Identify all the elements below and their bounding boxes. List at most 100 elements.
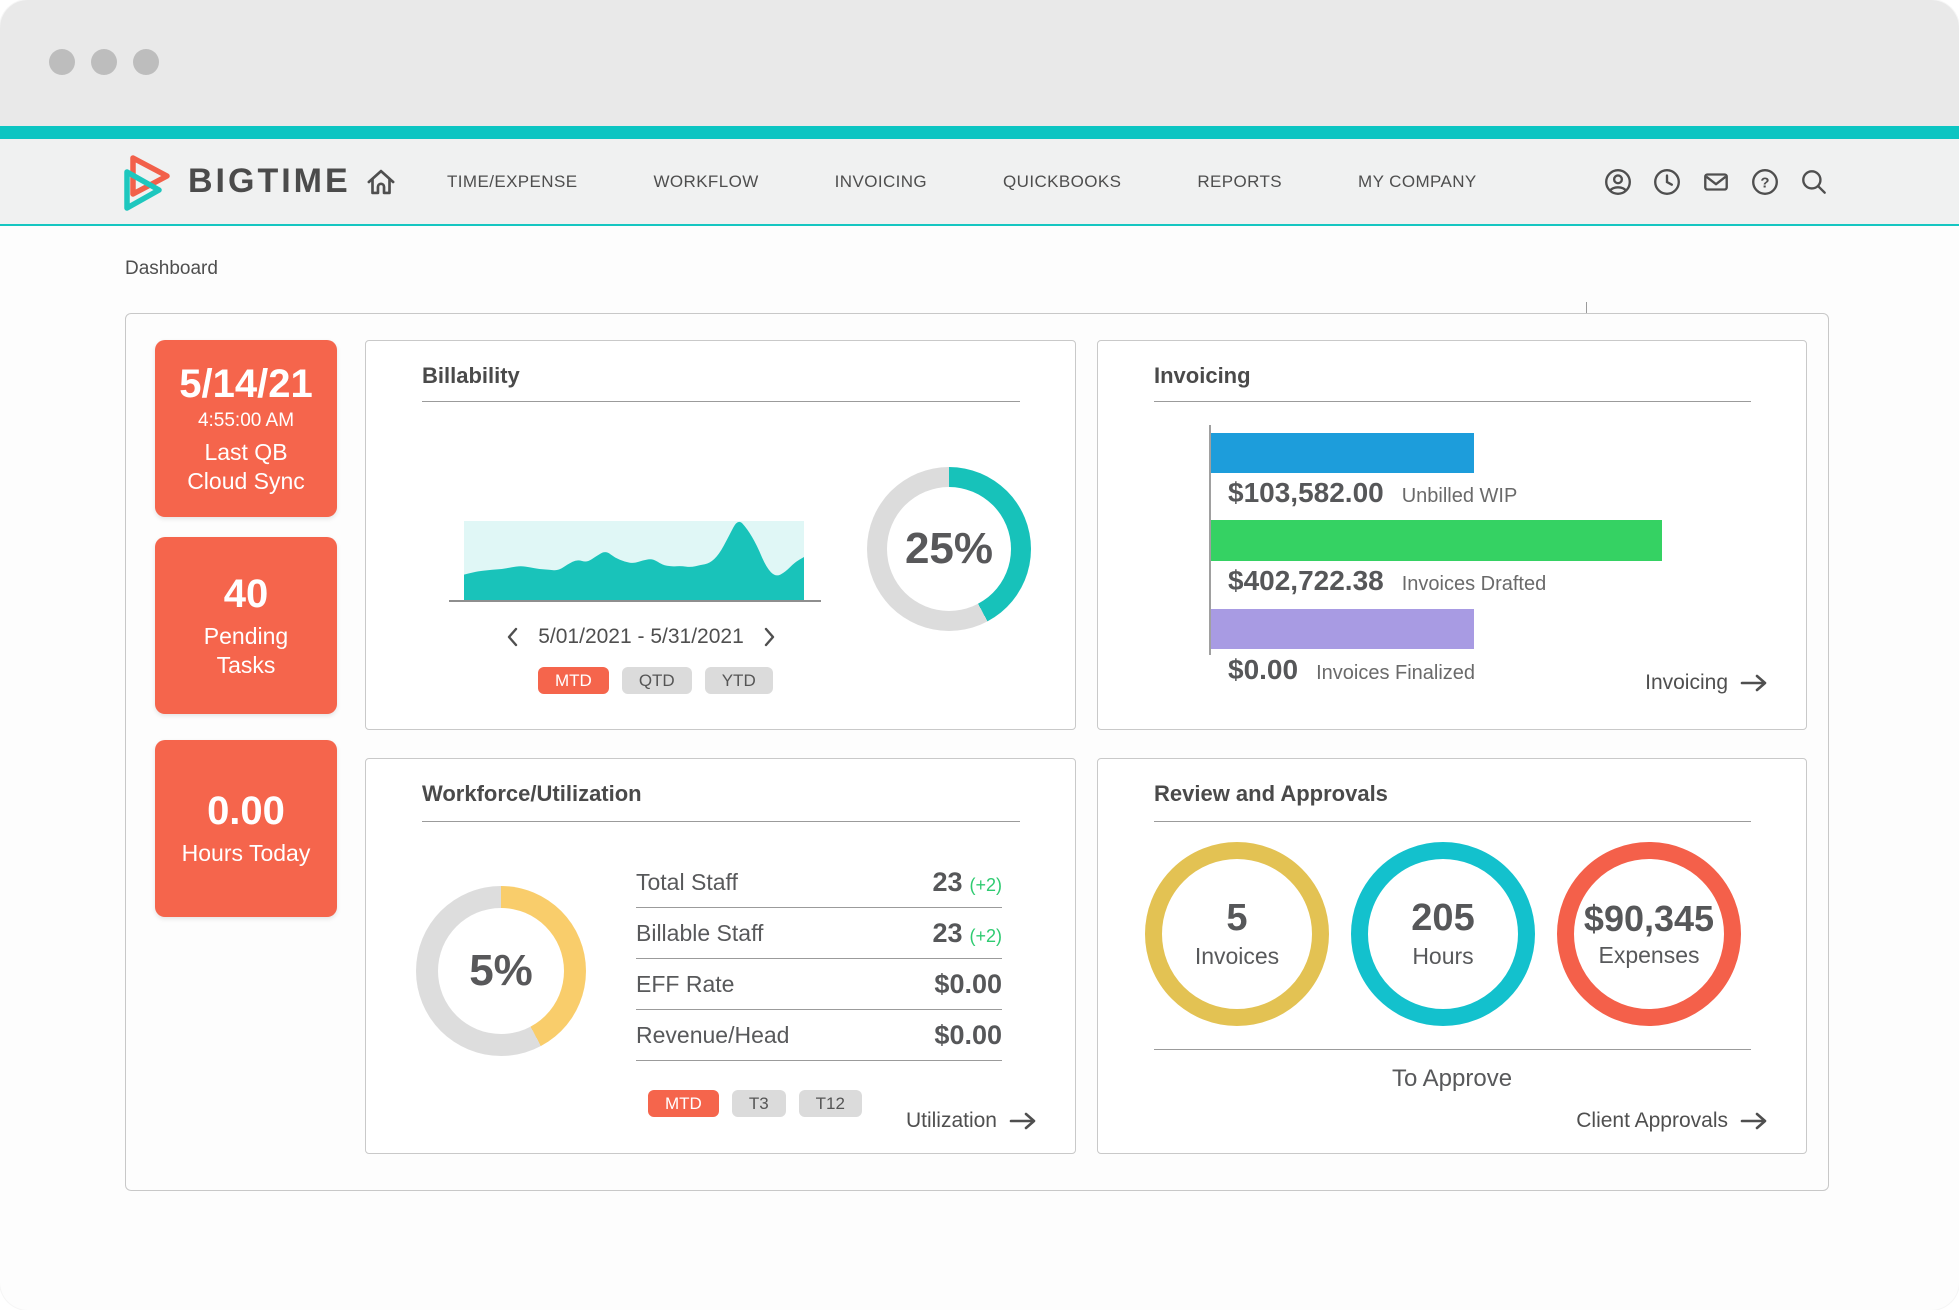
workforce-percent: 5% (438, 908, 564, 1034)
to-approve-caption: To Approve (1098, 1065, 1806, 1093)
invoices-finalized-amount: $0.00 (1228, 654, 1298, 686)
brand-name: BIGTIME (188, 162, 351, 201)
invoice-bar (1211, 433, 1474, 473)
approval-ring: $90,345 Expenses (1557, 842, 1741, 1026)
pending-tasks-card[interactable]: 40 Pending Tasks (155, 537, 337, 714)
table-row: Revenue/Head $0.00 (636, 1010, 1002, 1061)
arrow-right-icon (1740, 674, 1768, 692)
invoicing-link[interactable]: Invoicing (1645, 671, 1768, 695)
billability-percent: 25% (887, 487, 1011, 611)
browser-chrome (0, 0, 1959, 126)
browser-window: BIGTIME TIME/EXPENSE WORKFLOW INVOICING … (0, 0, 1959, 1310)
nav-item-reports[interactable]: REPORTS (1197, 172, 1282, 192)
row-label: Revenue/Head (636, 1022, 789, 1049)
row-value: 23 (932, 918, 962, 949)
home-icon (364, 165, 398, 199)
sparkline-path (464, 522, 804, 601)
account-icon[interactable] (1602, 166, 1634, 198)
client-approvals-link-label: Client Approvals (1576, 1109, 1728, 1133)
nav-item-workflow[interactable]: WORKFLOW (653, 172, 758, 192)
expenses-to-approve-amount: $90,345 (1584, 899, 1714, 939)
utilization-link-label: Utilization (906, 1109, 997, 1133)
client-approvals-link[interactable]: Client Approvals (1576, 1109, 1768, 1133)
invoices-drafted-label: Invoices Drafted (1402, 573, 1547, 596)
invoices-finalized-label: Invoices Finalized (1316, 662, 1475, 685)
navbar: BIGTIME TIME/EXPENSE WORKFLOW INVOICING … (0, 139, 1959, 226)
t12-button[interactable]: T12 (799, 1090, 862, 1117)
invoice-bar (1211, 520, 1662, 561)
hours-today-label: Hours Today (182, 839, 311, 868)
pending-tasks-count: 40 (224, 572, 269, 616)
invoice-bar (1211, 609, 1474, 649)
prev-period-chevron[interactable] (506, 626, 519, 648)
bar-label-row: $402,722.38 Invoices Drafted (1228, 565, 1546, 597)
invoices-ring-label: Invoices (1195, 943, 1279, 970)
nav-item-time-expense[interactable]: TIME/EXPENSE (447, 172, 577, 192)
arrow-right-icon (1009, 1112, 1037, 1130)
billability-range-buttons: MTD QTD YTD (538, 667, 773, 694)
clock-icon[interactable] (1651, 166, 1683, 198)
divider (422, 401, 1020, 402)
pending-tasks-label: Pending Tasks (204, 622, 288, 680)
invoicing-panel: Invoicing $103,582.00 Unbilled WIP $402,… (1097, 340, 1807, 730)
hours-today-card[interactable]: 0.00 Hours Today (155, 740, 337, 917)
invoices-to-approve-count: 5 (1226, 898, 1247, 940)
qtd-button[interactable]: QTD (622, 667, 692, 694)
hours-today-count: 0.00 (207, 789, 285, 833)
approval-ring: 205 Hours (1351, 842, 1535, 1026)
mail-icon[interactable] (1700, 166, 1732, 198)
hours-to-approve-count: 205 (1411, 898, 1474, 940)
window-dot (133, 49, 159, 75)
invoicing-title: Invoicing (1154, 363, 1251, 389)
mtd-button[interactable]: MTD (648, 1090, 719, 1117)
t3-button[interactable]: T3 (732, 1090, 786, 1117)
invoices-drafted-amount: $402,722.38 (1228, 565, 1384, 597)
hours-ring-label: Hours (1412, 943, 1473, 970)
row-value: $0.00 (934, 969, 1002, 1000)
workforce-panel: Workforce/Utilization 5% Total Staff 23(… (365, 758, 1076, 1154)
utilization-link[interactable]: Utilization (906, 1109, 1037, 1133)
row-delta: (+2) (969, 926, 1002, 947)
bigtime-logo-mark (120, 153, 176, 211)
nav-item-my-company[interactable]: MY COMPANY (1358, 172, 1477, 192)
workforce-table: Total Staff 23 (+2) Billable Staff 23 (+2)… (636, 857, 1002, 1061)
workforce-range-buttons: MTD T3 T12 (648, 1090, 862, 1117)
row-label: Total Staff (636, 869, 738, 896)
bigtime-logo[interactable]: BIGTIME (120, 139, 351, 224)
unbilled-wip-amount: $103,582.00 (1228, 477, 1384, 509)
bar-label-row: $103,582.00 Unbilled WIP (1228, 477, 1517, 509)
row-label: Billable Staff (636, 920, 763, 947)
billability-area-chart (464, 501, 804, 601)
unbilled-wip-label: Unbilled WIP (1402, 485, 1518, 508)
breadcrumb: Dashboard (125, 258, 218, 280)
nav-item-quickbooks[interactable]: QUICKBOOKS (1003, 172, 1121, 192)
review-title: Review and Approvals (1154, 781, 1388, 807)
search-icon[interactable] (1798, 166, 1830, 198)
date-navigator: 5/01/2021 - 5/31/2021 (506, 625, 776, 649)
row-value: 23 (932, 867, 962, 898)
row-label: EFF Rate (636, 971, 734, 998)
svg-text:?: ? (1760, 174, 1769, 191)
ytd-button[interactable]: YTD (705, 667, 773, 694)
sync-date: 5/14/21 (179, 362, 312, 406)
billability-donut: 25% (867, 467, 1031, 631)
bar-label-row: $0.00 Invoices Finalized (1228, 654, 1475, 686)
help-icon[interactable]: ? (1749, 166, 1781, 198)
nav-links: TIME/EXPENSE WORKFLOW INVOICING QUICKBOO… (447, 139, 1477, 224)
next-period-chevron[interactable] (763, 626, 776, 648)
divider (1154, 401, 1751, 402)
divider (1154, 1049, 1751, 1050)
chart-baseline (449, 600, 821, 602)
qb-sync-card: 5/14/21 4:55:00 AM Last QB Cloud Sync (155, 340, 337, 517)
nav-item-invoicing[interactable]: INVOICING (835, 172, 927, 192)
divider (1154, 821, 1751, 822)
mtd-button[interactable]: MTD (538, 667, 609, 694)
table-row: Billable Staff 23 (+2) (636, 908, 1002, 959)
row-value: $0.00 (934, 1020, 1002, 1051)
nav-home[interactable] (364, 139, 398, 224)
date-range-label: 5/01/2021 - 5/31/2021 (538, 625, 744, 649)
window-dot (91, 49, 117, 75)
sync-label: Last QB Cloud Sync (187, 438, 305, 496)
accent-strip (0, 126, 1959, 139)
nav-icon-group: ? (1602, 139, 1830, 224)
